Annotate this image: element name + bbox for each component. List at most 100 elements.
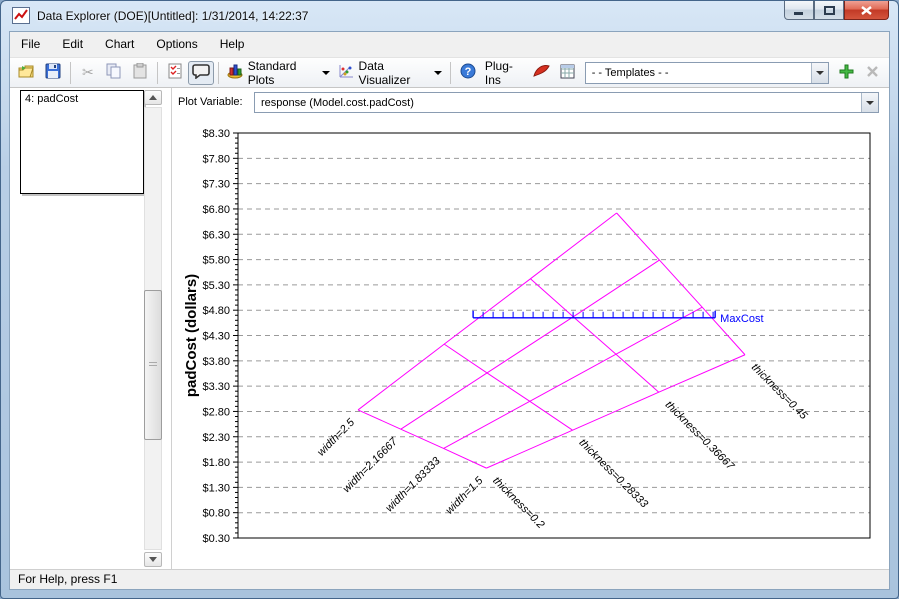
comment-button[interactable] — [188, 61, 214, 85]
menu-chart[interactable]: Chart — [94, 32, 145, 57]
svg-text:$1.30: $1.30 — [202, 482, 230, 494]
chart-panel: Plot Variable: response (Model.cost.padC… — [172, 88, 889, 569]
scroll-up-button[interactable] — [144, 90, 162, 105]
bar-chart-icon — [227, 63, 244, 82]
comment-bubble-icon — [192, 63, 210, 82]
thumbnail-title: 4: padCost — [21, 91, 143, 109]
svg-text:$6.30: $6.30 — [202, 229, 230, 241]
paste-icon — [133, 63, 147, 82]
caret-down-icon — [322, 71, 330, 75]
close-button[interactable] — [844, 1, 889, 20]
checklist-button[interactable] — [162, 61, 188, 85]
toolbar-separator — [450, 62, 451, 84]
y-axis: $0.30$0.80$1.30$1.80$2.30$2.80$3.30$3.80… — [202, 128, 870, 545]
menu-help[interactable]: Help — [209, 32, 256, 57]
y-axis-title: padCost (dollars) — [183, 274, 200, 397]
menu-bar: FileEditChartOptionsHelp — [10, 32, 889, 58]
save-button[interactable] — [40, 61, 66, 85]
chart-thumbnail-sidebar: 4: padCost — [10, 88, 172, 569]
plugin-swoosh-button[interactable] — [529, 61, 555, 85]
svg-text:thickness=0.2: thickness=0.2 — [490, 475, 546, 531]
plugin-grid-button[interactable] — [555, 61, 581, 85]
plot-variable-row: Plot Variable: response (Model.cost.padC… — [178, 91, 879, 115]
menu-file[interactable]: File — [10, 32, 51, 57]
copy-icon — [106, 63, 121, 82]
thumbnail-4[interactable]: 4: padCost — [20, 90, 144, 194]
menu-options[interactable]: Options — [145, 32, 208, 57]
title-bar[interactable]: Data Explorer (DOE)[Untitled]: 1/31/2014… — [1, 1, 898, 31]
help-icon: ? — [460, 63, 476, 82]
toolbar-separator — [70, 62, 71, 84]
svg-text:$6.80: $6.80 — [202, 204, 230, 216]
scrollbar-grip — [149, 362, 157, 368]
status-text: For Help, press F1 — [18, 572, 117, 586]
maximize-button[interactable] — [814, 1, 844, 20]
templates-value: - - Templates - - — [586, 67, 811, 79]
plot-variable-label: Plot Variable: — [178, 96, 243, 108]
save-icon — [45, 63, 61, 82]
add-icon — [839, 64, 854, 82]
delete-icon — [866, 65, 879, 81]
carpet-line-labels: width=2.5width=2.16667width=1.83333width… — [315, 361, 810, 531]
svg-text:thickness=0.28333: thickness=0.28333 — [576, 437, 650, 511]
add-template-button[interactable] — [833, 61, 859, 85]
plug-ins-label: Plug-Ins — [481, 59, 529, 87]
maxcost-label: MaxCost — [720, 313, 763, 325]
data-visualizer-button[interactable]: Data Visualizer — [334, 61, 446, 85]
templates-dropdown-button[interactable] — [811, 63, 828, 83]
svg-text:$4.30: $4.30 — [202, 331, 230, 343]
svg-text:width=2.16667: width=2.16667 — [341, 435, 401, 495]
standard-plots-label: Standard Plots — [248, 59, 316, 87]
dropdown-arrow-icon — [816, 71, 824, 75]
copy-button[interactable] — [101, 61, 127, 85]
carpet-plot: $0.30$0.80$1.30$1.80$2.30$2.80$3.30$3.80… — [172, 118, 884, 570]
toolbar-separator — [157, 62, 158, 84]
plot-variable-combobox[interactable]: response (Model.cost.padCost) — [254, 92, 879, 113]
svg-text:$0.30: $0.30 — [202, 533, 230, 545]
cut-icon: ✂ — [82, 64, 94, 81]
app-icon — [12, 7, 30, 24]
open-folder-icon — [18, 63, 36, 82]
thumbnail-chart — [21, 109, 143, 193]
checklist-icon — [168, 63, 182, 82]
app-window: Data Explorer (DOE)[Untitled]: 1/31/2014… — [0, 0, 899, 599]
toolbar: ✂ Standard Plots Data Visualizer ? Plug-… — [10, 58, 889, 88]
sidebar-scrollbar-thumb[interactable] — [144, 290, 162, 440]
scroll-up-icon — [149, 95, 157, 100]
svg-text:$8.30: $8.30 — [202, 128, 230, 140]
svg-text:$7.30: $7.30 — [202, 179, 230, 191]
minimize-button[interactable] — [784, 1, 814, 20]
paste-button[interactable] — [127, 61, 153, 85]
svg-text:$5.80: $5.80 — [202, 255, 230, 267]
svg-text:?: ? — [465, 66, 472, 78]
svg-text:$3.30: $3.30 — [202, 381, 230, 393]
svg-text:$4.80: $4.80 — [202, 305, 230, 317]
svg-text:width=2.5: width=2.5 — [315, 416, 358, 459]
svg-text:$0.80: $0.80 — [202, 508, 230, 520]
toolbar-separator — [218, 62, 219, 84]
dropdown-arrow-icon — [866, 101, 874, 105]
svg-text:$1.80: $1.80 — [202, 457, 230, 469]
svg-text:$2.80: $2.80 — [202, 406, 230, 418]
y-gridlines — [238, 158, 870, 512]
svg-text:$5.30: $5.30 — [202, 280, 230, 292]
svg-text:$3.80: $3.80 — [202, 356, 230, 368]
delete-template-button[interactable] — [859, 61, 885, 85]
templates-combobox[interactable]: - - Templates - - — [585, 62, 829, 84]
cut-button[interactable]: ✂ — [75, 61, 101, 85]
scroll-down-button[interactable] — [144, 552, 162, 567]
standard-plots-button[interactable]: Standard Plots — [223, 61, 334, 85]
menu-edit[interactable]: Edit — [51, 32, 94, 57]
svg-text:$7.80: $7.80 — [202, 153, 230, 165]
svg-text:width=1.83333: width=1.83333 — [383, 454, 443, 514]
status-bar: For Help, press F1 — [10, 569, 889, 589]
svg-text:thickness=0.45: thickness=0.45 — [749, 361, 810, 422]
open-button[interactable] — [14, 61, 40, 85]
help-button[interactable]: ? — [455, 61, 481, 85]
caret-down-icon — [434, 71, 442, 75]
window-title: Data Explorer (DOE)[Untitled]: 1/31/2014… — [37, 1, 308, 31]
maxcost-constraint-line: MaxCost — [473, 311, 763, 325]
svg-text:width=1.5: width=1.5 — [443, 474, 486, 517]
grid-icon — [560, 64, 575, 82]
plot-variable-dropdown-button[interactable] — [861, 93, 878, 112]
